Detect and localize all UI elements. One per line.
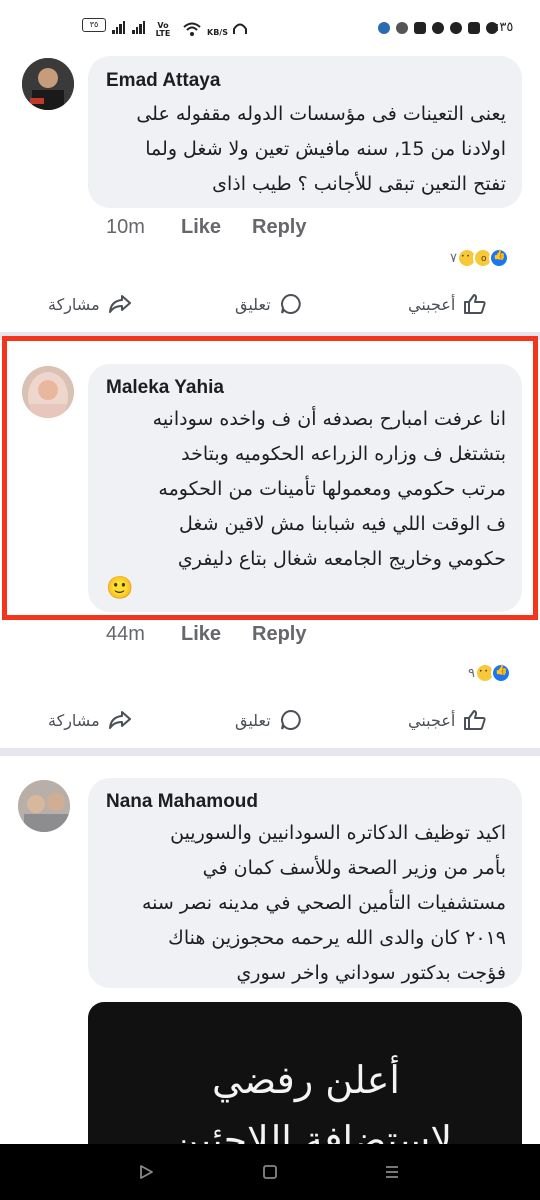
reply-link[interactable]: Reply (252, 623, 306, 646)
avatar[interactable] (18, 780, 70, 832)
chat-icon (450, 22, 462, 34)
share-button[interactable]: مشاركة (48, 292, 132, 316)
system-nav-bar (0, 1144, 540, 1200)
facebook-icon (414, 22, 426, 34)
comment-icon (280, 709, 301, 730)
comment-text-line: تفتح التعين تبقى للأجانب ؟ طيب اذاى (212, 173, 506, 195)
like-label: أعجبني (408, 710, 456, 730)
net-speed-unit: KB/S (207, 28, 228, 37)
avatar[interactable] (22, 58, 74, 110)
share-icon (108, 711, 131, 729)
comment-text-line: اولادنا من 15, سنه مافيش تعين ولا شغل ول… (145, 138, 506, 160)
avatar-image (22, 58, 74, 110)
volte-label: Vo LTE (155, 21, 171, 38)
comment-text-line: بأمر من وزير الصحة وللأسف كمان في (202, 857, 506, 879)
share-icon (108, 295, 131, 313)
comment-text-line: فؤجت بدكتور سوداني واخر سوري (236, 962, 506, 984)
share-button[interactable]: مشاركة (48, 708, 132, 732)
comment-text-line: مستشفيات التأمين الصحي في مدينه نصر سنه (141, 892, 506, 914)
comment-label: تعليق (235, 294, 271, 314)
clock: ١:٣٥ (488, 20, 514, 35)
comment-time: 44m (106, 623, 145, 645)
section-divider (0, 748, 540, 756)
share-label: مشاركة (48, 294, 100, 314)
comment-text-line: اكيد توظيف الدكاتره السودانيين والسوريين (170, 822, 506, 844)
back-icon[interactable] (138, 1164, 154, 1180)
notification-icons (378, 22, 498, 34)
comment-label: تعليق (235, 710, 271, 730)
like-button[interactable]: أعجبني (408, 292, 487, 316)
reply-link[interactable]: Reply (252, 216, 306, 239)
home-icon[interactable] (262, 1164, 278, 1180)
like-link[interactable]: Like (181, 216, 221, 239)
headphones-icon (233, 23, 247, 34)
highlight-frame (2, 336, 538, 620)
like-link[interactable]: Like (181, 623, 221, 646)
like-reaction-icon (490, 663, 511, 683)
like-label: أعجبني (408, 294, 456, 314)
app-icon (396, 22, 408, 34)
comment-meta: 10m (106, 216, 145, 239)
thumbs-up-icon (464, 710, 486, 730)
like-reaction-icon (488, 248, 509, 268)
reaction-count: ٧ (450, 250, 457, 266)
comment-meta: 44m (106, 623, 145, 646)
comment-author[interactable]: Nana Mahamoud (106, 791, 258, 813)
wifi-icon (183, 22, 201, 36)
comment-button[interactable]: تعليق (235, 292, 303, 316)
comment-text-line: يعنى التعينات فى مؤسسات الدوله مقفوله عل… (136, 103, 506, 125)
app-icon (378, 22, 390, 34)
status-bar: ٣٥ Vo LTE KB/S ١:٣٥ (0, 0, 540, 52)
comment-author[interactable]: Emad Attaya (106, 70, 220, 92)
location-icon (468, 22, 480, 34)
messenger-icon (432, 22, 444, 34)
comment-icon (280, 293, 301, 314)
reaction-summary[interactable]: ٩ (468, 663, 511, 683)
avatar-image (18, 780, 70, 832)
share-label: مشاركة (48, 710, 100, 730)
like-button[interactable]: أعجبني (408, 708, 487, 732)
thumbs-up-icon (464, 294, 486, 314)
comment-time: 10m (106, 216, 145, 238)
reaction-count: ٩ (468, 665, 475, 681)
signal-icon (112, 20, 125, 34)
image-text-line: أعلن رفضي (212, 1058, 400, 1102)
recents-icon[interactable] (384, 1164, 400, 1180)
reaction-summary[interactable]: ٧ (450, 248, 509, 268)
comment-button[interactable]: تعليق (235, 708, 303, 732)
signal-icon-2 (132, 20, 145, 34)
battery-indicator: ٣٥ (82, 18, 106, 32)
comment-text-line: ٢٠١٩ كان والدى الله يرحمه محجوزين هناك (168, 927, 506, 949)
